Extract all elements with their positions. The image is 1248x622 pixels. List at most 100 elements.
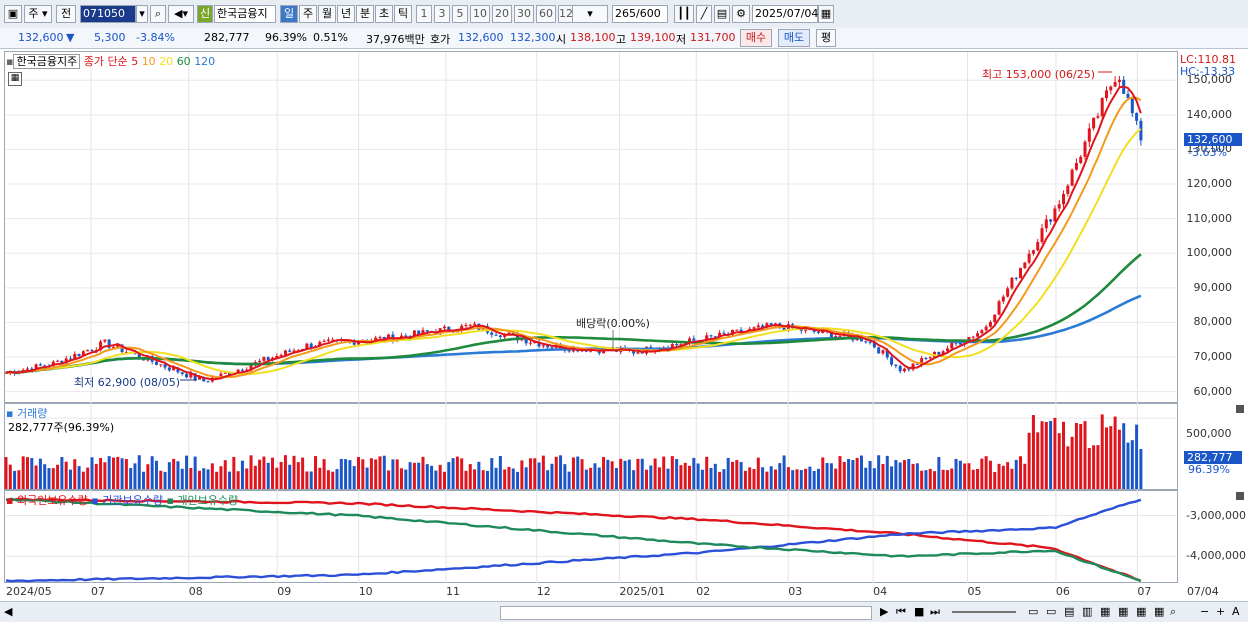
print-icon[interactable]: ▤ <box>1064 605 1074 618</box>
candle-body <box>425 330 429 332</box>
volume-bar <box>215 471 219 489</box>
ma-120-line <box>5 294 1142 374</box>
volume-bar <box>988 460 992 489</box>
volume-bar <box>1066 446 1070 489</box>
candle-body <box>1044 219 1048 229</box>
volume-bar <box>189 468 193 489</box>
table-icon[interactable]: ▦ <box>8 72 22 86</box>
min-price-annotation: 최저 62,900 (08/05) <box>74 376 181 389</box>
volume-bar <box>769 466 773 489</box>
volume-bar <box>640 458 644 489</box>
copy-icon[interactable]: ▭ <box>1046 605 1056 618</box>
candle-body <box>159 364 163 366</box>
candle-body <box>442 326 446 329</box>
holdings-pane-close-icon[interactable] <box>1236 492 1244 500</box>
layout-icon[interactable]: ▦ <box>1100 605 1110 618</box>
volume-bar <box>773 469 777 489</box>
candle-body <box>692 338 696 341</box>
volume-bar <box>348 460 352 489</box>
first-icon[interactable]: ⏮ <box>896 605 906 619</box>
candle-body <box>223 372 227 374</box>
screenshot-icon[interactable]: ▭ <box>1028 605 1038 618</box>
legend-stock-name[interactable]: 한국금융지주 <box>13 54 81 69</box>
volume-bar <box>666 468 670 489</box>
legend-ma-10[interactable]: 10 <box>142 55 160 68</box>
volume-bar <box>683 462 687 489</box>
zoom-in-button[interactable]: + <box>1216 605 1225 618</box>
legend-ma-20[interactable]: 20 <box>159 55 177 68</box>
chart-type-icon[interactable]: ▥ <box>1082 605 1092 618</box>
grid-icon[interactable]: ▦ <box>1118 605 1128 618</box>
volume-bar <box>950 468 954 489</box>
volume-bar <box>851 460 855 489</box>
volume-axis[interactable] <box>1178 403 1244 490</box>
volume-bar <box>464 470 468 489</box>
price-tick-label: 80,000 <box>1193 315 1233 329</box>
volume-bar <box>1083 421 1087 489</box>
fit-icon[interactable]: ▦ <box>1154 605 1164 618</box>
volume-bar <box>812 470 816 489</box>
volume-bar <box>253 465 257 489</box>
volume-bar <box>236 471 240 489</box>
legend-holdings-2[interactable]: ▪ 개인보유수량 <box>166 494 238 507</box>
volume-bar <box>124 458 128 489</box>
volume-bar <box>314 456 318 489</box>
legend-holdings-0[interactable]: ▪ 외국인보유수량 <box>6 494 91 507</box>
volume-bar <box>915 463 919 489</box>
volume-bar <box>154 460 158 489</box>
volume-bar <box>245 468 249 489</box>
volume-bar <box>1135 424 1139 489</box>
volume-bar <box>51 468 55 489</box>
magnifier-icon[interactable]: ⌕ <box>1170 605 1176 619</box>
volume-bar <box>137 455 141 489</box>
legend-ma-5[interactable]: 5 <box>131 55 142 68</box>
volume-pane-close-icon[interactable] <box>1236 405 1244 413</box>
legend-holdings-1[interactable]: ▪ 기관보유수량 <box>91 494 166 507</box>
legend-ma-60[interactable]: 60 <box>177 55 195 68</box>
legend-ma-120[interactable]: 120 <box>194 55 215 68</box>
volume-bar <box>30 458 34 489</box>
volume-bar <box>645 469 649 489</box>
candle-body <box>988 322 992 327</box>
zoom-out-button[interactable]: − <box>1200 605 1209 618</box>
volume-bar <box>292 455 296 489</box>
volume-bar <box>1113 416 1117 489</box>
candle-body <box>709 335 713 337</box>
volume-bar <box>963 463 967 489</box>
candle-body <box>816 331 820 333</box>
x-tick-label: 02 <box>696 585 711 598</box>
volume-bar <box>339 458 343 489</box>
volume-bar <box>872 468 876 489</box>
holdings-axis[interactable] <box>1178 490 1244 583</box>
volume-bar <box>589 467 593 489</box>
candle-body <box>1087 128 1091 142</box>
price-tick-label: 90,000 <box>1193 280 1233 294</box>
price-legend: ▪ 한국금융지주 종가 단순 5 10 20 60 120 <box>6 54 216 69</box>
candle-body <box>279 354 283 356</box>
candle-body <box>881 350 885 354</box>
candle-body <box>86 350 90 352</box>
volume-bar <box>976 468 980 489</box>
volume-bar <box>1122 423 1126 489</box>
holdings-tick-label: -4,000,000 <box>1186 549 1246 563</box>
volume-bar <box>1074 422 1078 489</box>
zoom-slider[interactable] <box>952 611 1016 613</box>
stop-icon[interactable]: ■ <box>914 605 924 618</box>
candle-body <box>490 332 494 335</box>
scrollbar-thumb[interactable] <box>500 606 872 620</box>
candle-body <box>980 330 984 334</box>
last-icon[interactable]: ⏭ <box>930 605 940 619</box>
scroll-left-icon[interactable]: ◀ <box>4 605 12 618</box>
volume-bar <box>477 461 481 489</box>
volume-bar <box>928 468 932 489</box>
volume-bar <box>249 455 253 489</box>
volume-bar <box>722 469 726 489</box>
volume-bar <box>455 456 459 489</box>
volume-bar <box>99 458 103 489</box>
volume-bar <box>425 464 429 489</box>
candle-body <box>1019 268 1023 279</box>
volume-bar <box>481 470 485 489</box>
scroll-right-icon[interactable]: ▶ <box>880 605 888 618</box>
settings-icon[interactable]: ▦ <box>1136 605 1146 618</box>
font-size-button[interactable]: A <box>1232 605 1240 618</box>
